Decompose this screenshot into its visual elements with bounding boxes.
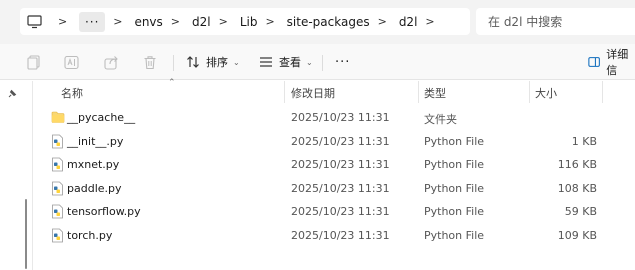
chevron-right-icon[interactable]: > [425, 15, 434, 28]
file-row[interactable]: torch.py 2025/10/23 11:31 Python File 10… [34, 224, 635, 248]
details-pane-button[interactable]: 详细信 [588, 48, 635, 77]
file-date: 2025/10/23 11:31 [291, 134, 390, 148]
file-date: 2025/10/23 11:31 [291, 158, 390, 171]
file-date: 2025/10/23 11:31 [291, 181, 390, 195]
python-file-icon [51, 181, 65, 196]
delete-icon[interactable] [142, 54, 158, 70]
sort-ascending-icon: ⌃ [168, 78, 176, 88]
rename-icon[interactable] [63, 54, 79, 70]
file-date: 2025/10/23 11:31 [291, 111, 390, 124]
file-type: 文件夹 [424, 113, 457, 126]
more-options-button[interactable]: ··· [335, 50, 350, 74]
file-name: torch.py [67, 228, 113, 242]
view-button[interactable]: 查看 ⌄ [259, 50, 313, 74]
file-name: mxnet.py [67, 158, 120, 171]
column-header-size[interactable]: 大小 [535, 85, 557, 101]
column-header-date[interactable]: 修改日期 [291, 85, 335, 101]
address-bar-row: > ··· > envs > d2l > Lib > site-packages… [0, 0, 635, 44]
file-date: 2025/10/23 11:31 [291, 228, 390, 242]
navigation-scrollbar[interactable] [25, 199, 27, 269]
chevron-right-icon: > [377, 15, 387, 28]
chevron-right-icon: > [58, 15, 68, 28]
sort-label: 排序 [206, 56, 228, 69]
column-divider[interactable] [529, 81, 530, 103]
file-row[interactable]: __init__.py 2025/10/23 11:31 Python File… [34, 130, 635, 154]
chevron-down-icon: ⌄ [233, 57, 240, 67]
file-name: tensorflow.py [67, 205, 141, 218]
chevron-right-icon: > [113, 15, 123, 28]
copy-icon[interactable] [26, 54, 42, 70]
command-bar: 排序 ⌄ 查看 ⌄ ··· 详细信 [0, 44, 635, 80]
column-divider[interactable] [284, 81, 285, 103]
sort-button[interactable]: 排序 ⌄ [186, 50, 240, 74]
computer-icon[interactable] [26, 14, 42, 30]
python-file-icon [51, 134, 65, 149]
file-size: 108 KB [557, 181, 597, 195]
file-type: Python File [424, 134, 485, 148]
chevron-down-icon: ⌄ [306, 57, 313, 67]
folder-icon [51, 110, 65, 125]
file-row[interactable]: __pycache__ 2025/10/23 11:31 文件夹 [34, 106, 635, 130]
details-pane-icon [588, 57, 600, 67]
view-label: 查看 [279, 56, 301, 69]
sort-icon [187, 56, 199, 68]
column-divider[interactable] [418, 81, 419, 103]
file-name: __pycache__ [67, 111, 136, 124]
chevron-right-icon: > [170, 15, 180, 28]
file-size: 116 KB [557, 158, 597, 171]
file-row[interactable]: tensorflow.py 2025/10/23 11:31 Python Fi… [34, 200, 635, 224]
file-type: Python File [424, 228, 485, 242]
file-type: Python File [424, 181, 485, 195]
file-date: 2025/10/23 11:31 [291, 205, 390, 218]
file-type: Python File [424, 205, 485, 218]
column-header-type[interactable]: 类型 [424, 85, 446, 101]
search-box[interactable] [476, 8, 635, 35]
chevron-right-icon: > [265, 15, 275, 28]
file-size: 1 KB [571, 134, 597, 148]
toolbar-divider [322, 55, 323, 71]
file-row[interactable]: paddle.py 2025/10/23 11:31 Python File 1… [34, 177, 635, 201]
breadcrumb-item-envs[interactable]: envs [134, 15, 162, 29]
view-icon [260, 57, 272, 67]
column-header-name[interactable]: 名称 [61, 85, 83, 101]
file-size: 59 KB [564, 205, 597, 218]
breadcrumb-item-lib[interactable]: Lib [240, 15, 258, 29]
pin-icon [7, 89, 17, 102]
toolbar-divider [173, 55, 174, 71]
file-row[interactable]: mxnet.py 2025/10/23 11:31 Python File 11… [34, 153, 635, 177]
file-list: __pycache__ 2025/10/23 11:31 文件夹 __init_… [34, 106, 635, 247]
python-file-icon [51, 204, 65, 219]
breadcrumb-item-d2l[interactable]: d2l [192, 15, 211, 29]
breadcrumb-overflow-button[interactable]: ··· [79, 11, 106, 32]
breadcrumb-item-site-packages[interactable]: site-packages [287, 15, 370, 29]
python-file-icon [51, 157, 65, 172]
column-header: ⌃ 名称 修改日期 类型 大小 [34, 78, 635, 103]
navigation-pane[interactable] [0, 81, 33, 270]
file-type: Python File [424, 158, 485, 171]
breadcrumb-item-d2l-current[interactable]: d2l [399, 15, 418, 29]
file-name: __init__.py [67, 134, 124, 148]
chevron-right-icon: > [218, 15, 228, 28]
share-icon[interactable] [103, 54, 119, 70]
details-label: 详细信 [606, 48, 629, 77]
search-input[interactable] [488, 14, 628, 29]
column-divider[interactable] [602, 81, 603, 103]
file-size: 109 KB [557, 228, 597, 242]
breadcrumb[interactable]: > ··· > envs > d2l > Lib > site-packages… [20, 8, 470, 35]
python-file-icon [51, 228, 65, 243]
file-name: paddle.py [67, 181, 122, 195]
